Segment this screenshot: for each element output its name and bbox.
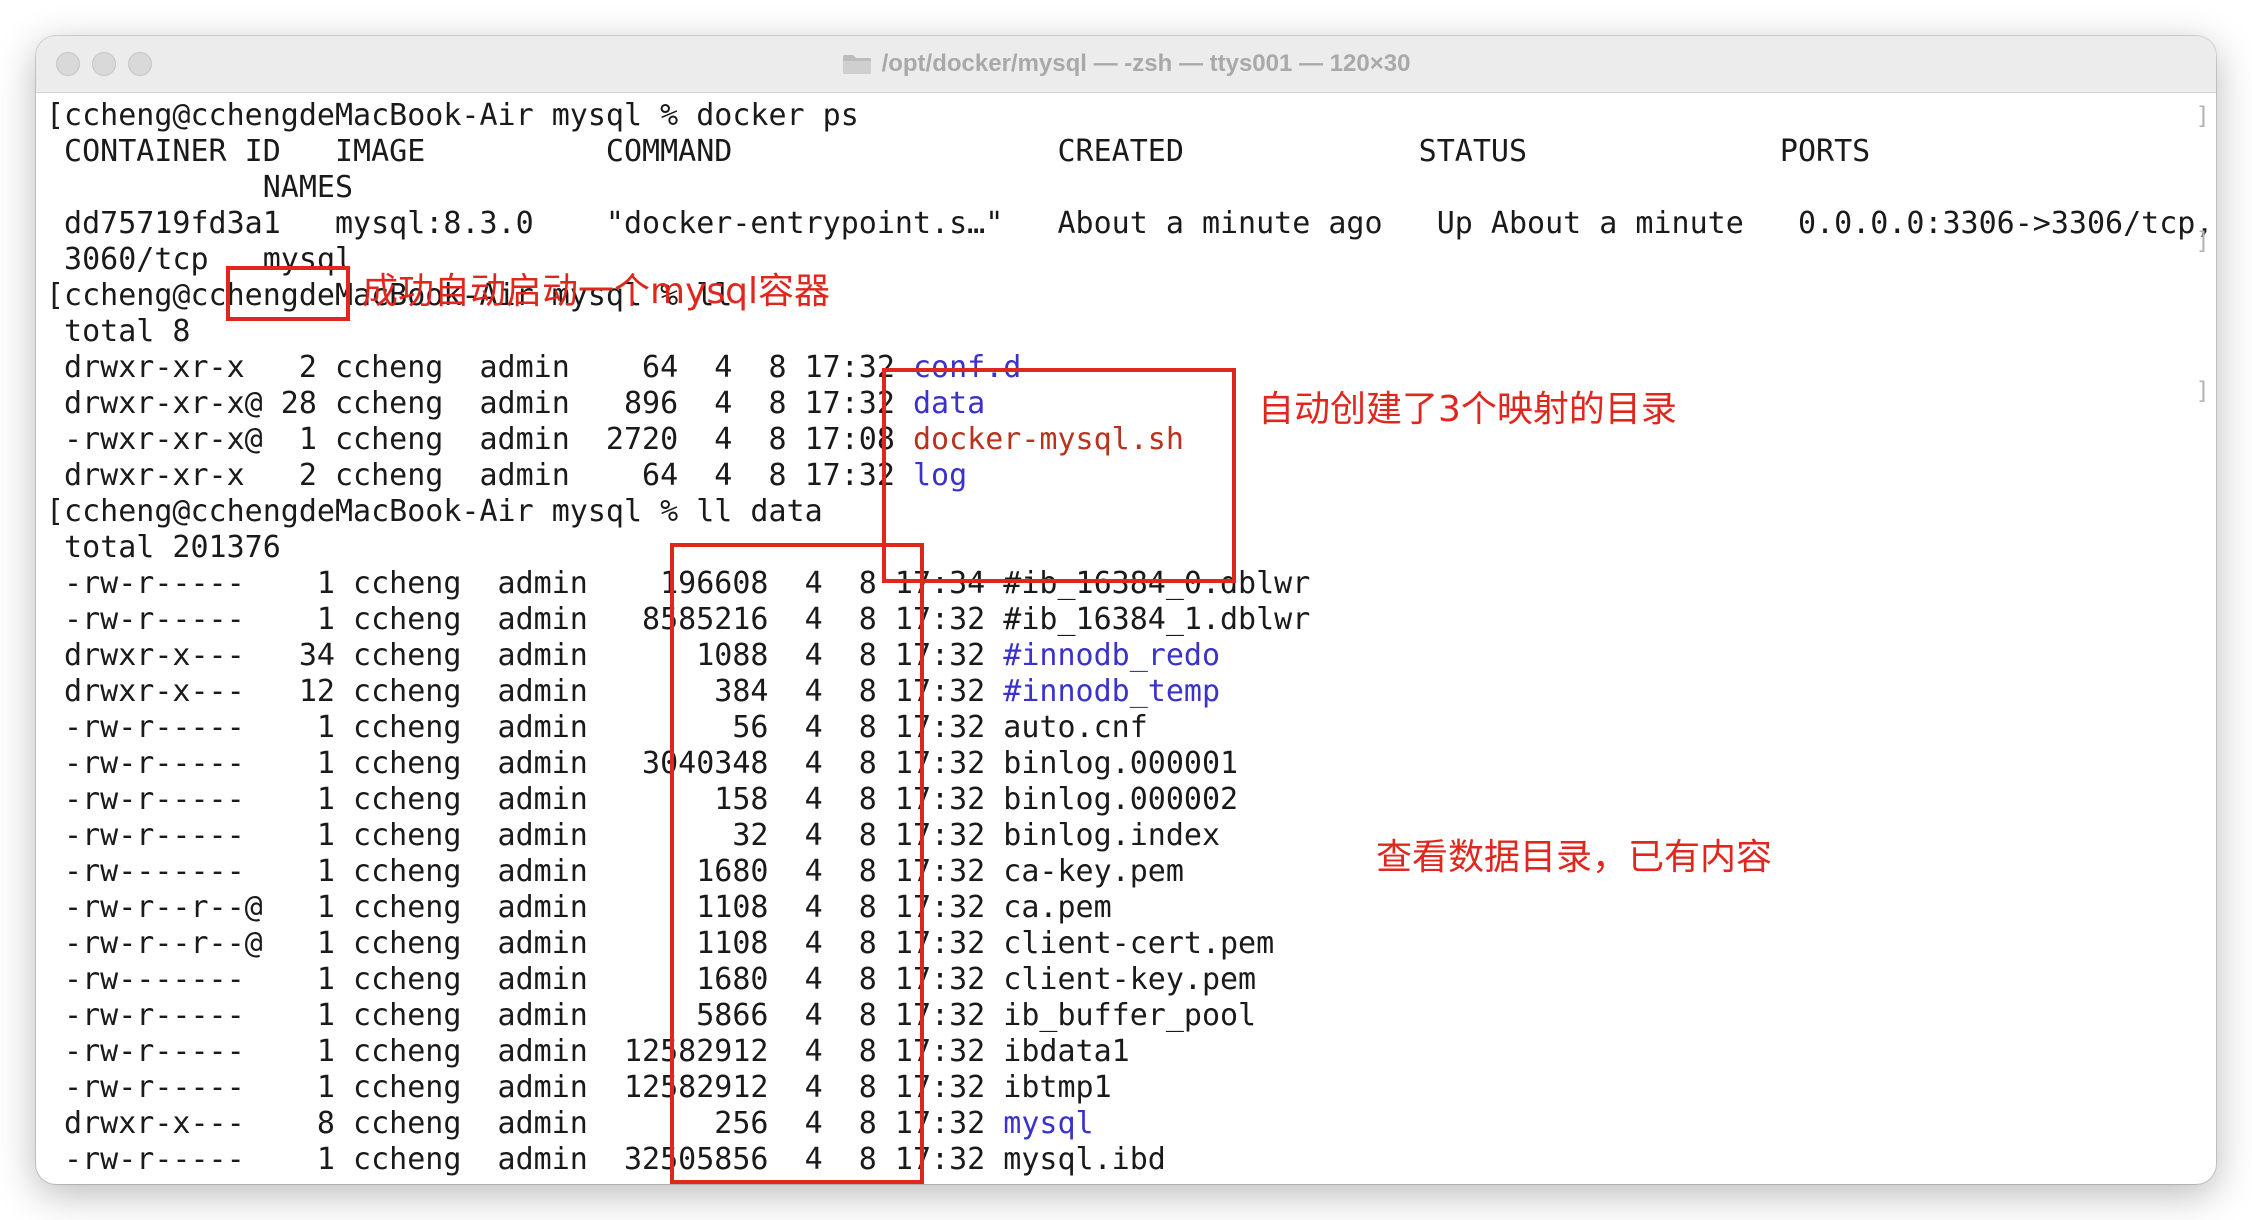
terminal-text: total 8 xyxy=(46,314,191,349)
terminal-text: -rw-r----- 1 ccheng admin 56 4 8 17:32 a… xyxy=(46,710,1148,745)
terminal-text: -rw-r----- 1 ccheng admin 12582912 4 8 1… xyxy=(46,1034,1130,1069)
terminal-line: drwxr-x--- 8 ccheng admin 256 4 8 17:32 … xyxy=(46,1106,1094,1142)
terminal-text: [ccheng@cchengdeMacBook-Air mysql % dock… xyxy=(46,98,859,133)
highlight-box-mapped-dirs xyxy=(882,368,1236,583)
terminal-line: drwxr-x--- 12 ccheng admin 384 4 8 17:32… xyxy=(46,674,1220,710)
directory-name: #innodb_redo xyxy=(1003,638,1221,673)
terminal-line: drwxr-xr-x 2 ccheng admin 64 4 8 17:32 l… xyxy=(46,458,967,494)
terminal-text: -rw------- 1 ccheng admin 1680 4 8 17:32… xyxy=(46,854,1184,889)
terminal-text: drwxr-xr-x 2 ccheng admin 64 4 8 17:32 xyxy=(46,458,913,493)
terminal-line: -rw-r--r--@ 1 ccheng admin 1108 4 8 17:3… xyxy=(46,926,1274,962)
terminal-text: -rw-r----- 1 ccheng admin 5866 4 8 17:32… xyxy=(46,998,1257,1033)
terminal-line: dd75719fd3a1 mysql:8.3.0 "docker-entrypo… xyxy=(46,206,2216,242)
terminal-line: -rw-r----- 1 ccheng admin 32505856 4 8 1… xyxy=(46,1142,1166,1178)
annotation-data-dir: 查看数据目录，已有内容 xyxy=(1376,837,1773,878)
mark-bracket: ] xyxy=(2195,377,2210,405)
terminal-text: [ccheng@cchengdeMacBook-Air mysql % ll d… xyxy=(46,494,823,529)
terminal-text: -rw-r--r--@ 1 ccheng admin 1108 4 8 17:3… xyxy=(46,926,1275,961)
terminal-line: [ccheng@cchengdeMacBook-Air mysql % dock… xyxy=(46,98,859,134)
terminal-line: -rw------- 1 ccheng admin 1680 4 8 17:32… xyxy=(46,962,1256,998)
terminal-line: NAMES xyxy=(46,170,353,206)
annotation-dirs-created: 自动创建了3个映射的目录 xyxy=(1258,389,1677,430)
window-title: /opt/docker/mysql — -zsh — ttys001 — 120… xyxy=(881,50,1411,77)
window-title-group: /opt/docker/mysql — -zsh — ttys001 — 120… xyxy=(36,36,2216,92)
terminal-text: CONTAINER ID IMAGE COMMAND CREATED STATU… xyxy=(46,134,1871,169)
terminal-line: drwxr-xr-x 2 ccheng admin 64 4 8 17:32 c… xyxy=(46,350,1021,386)
terminal-window: /opt/docker/mysql — -zsh — ttys001 — 120… xyxy=(36,36,2216,1184)
terminal-text: -rw-r----- 1 ccheng admin 158 4 8 17:32 … xyxy=(46,782,1239,817)
terminal-text: -rw-r----- 1 ccheng admin 32505856 4 8 1… xyxy=(46,1142,1166,1177)
terminal-output[interactable]: [ccheng@cchengdeMacBook-Air mysql % dock… xyxy=(36,92,2216,1184)
terminal-line: -rw-r----- 1 ccheng admin 56 4 8 17:32 a… xyxy=(46,710,1148,746)
highlight-box-container-name xyxy=(226,266,350,321)
terminal-line: -rw-r----- 1 ccheng admin 12582912 4 8 1… xyxy=(46,1034,1130,1070)
terminal-line: -rw-r----- 1 ccheng admin 32 4 8 17:32 b… xyxy=(46,818,1220,854)
terminal-text: -rw------- 1 ccheng admin 1680 4 8 17:32… xyxy=(46,962,1257,997)
mark-bracket: ] xyxy=(2195,102,2210,130)
terminal-line: -rw-r----- 1 ccheng admin 12582912 4 8 1… xyxy=(46,1070,1112,1106)
terminal-text: -rw-r----- 1 ccheng admin 32 4 8 17:32 b… xyxy=(46,818,1220,853)
folder-icon xyxy=(842,55,871,74)
terminal-text: total 201376 xyxy=(46,530,281,565)
terminal-line: CONTAINER ID IMAGE COMMAND CREATED STATU… xyxy=(46,134,1870,170)
terminal-line: drwxr-x--- 34 ccheng admin 1088 4 8 17:3… xyxy=(46,638,1220,674)
terminal-line: [ccheng@cchengdeMacBook-Air mysql % ll d… xyxy=(46,494,823,530)
mark-bracket: ] xyxy=(2195,227,2210,255)
terminal-line: -rw-r----- 1 ccheng admin 5866 4 8 17:32… xyxy=(46,998,1256,1034)
terminal-text: -rw-r----- 1 ccheng admin 3040348 4 8 17… xyxy=(46,746,1239,781)
terminal-text: NAMES xyxy=(46,170,354,205)
terminal-line: drwxr-xr-x@ 28 ccheng admin 896 4 8 17:3… xyxy=(46,386,985,422)
directory-name: mysql xyxy=(1003,1106,1094,1141)
terminal-line: -rw------- 1 ccheng admin 1680 4 8 17:32… xyxy=(46,854,1184,890)
terminal-line: -rw-r----- 1 ccheng admin 3040348 4 8 17… xyxy=(46,746,1238,782)
terminal-line: total 8 xyxy=(46,314,191,350)
terminal-line: -rw-r----- 1 ccheng admin 158 4 8 17:32 … xyxy=(46,782,1238,818)
annotation-container-started: 成功自动启动一个mysql容器 xyxy=(362,271,830,312)
terminal-text: dd75719fd3a1 mysql:8.3.0 "docker-entrypo… xyxy=(46,206,2216,241)
directory-name: #innodb_temp xyxy=(1003,674,1221,709)
terminal-line: total 201376 xyxy=(46,530,281,566)
terminal-text: -rw-r--r--@ 1 ccheng admin 1108 4 8 17:3… xyxy=(46,890,1112,925)
terminal-text: -rw-r----- 1 ccheng admin 12582912 4 8 1… xyxy=(46,1070,1112,1105)
terminal-text: drwxr-xr-x 2 ccheng admin 64 4 8 17:32 xyxy=(46,350,913,385)
terminal-text: -rwxr-xr-x@ 1 ccheng admin 2720 4 8 17:0… xyxy=(46,422,913,457)
title-bar: /opt/docker/mysql — -zsh — ttys001 — 120… xyxy=(36,36,2216,93)
terminal-line: -rw-r--r--@ 1 ccheng admin 1108 4 8 17:3… xyxy=(46,890,1112,926)
terminal-text: drwxr-xr-x@ 28 ccheng admin 896 4 8 17:3… xyxy=(46,386,913,421)
highlight-box-data-dir xyxy=(670,543,924,1184)
